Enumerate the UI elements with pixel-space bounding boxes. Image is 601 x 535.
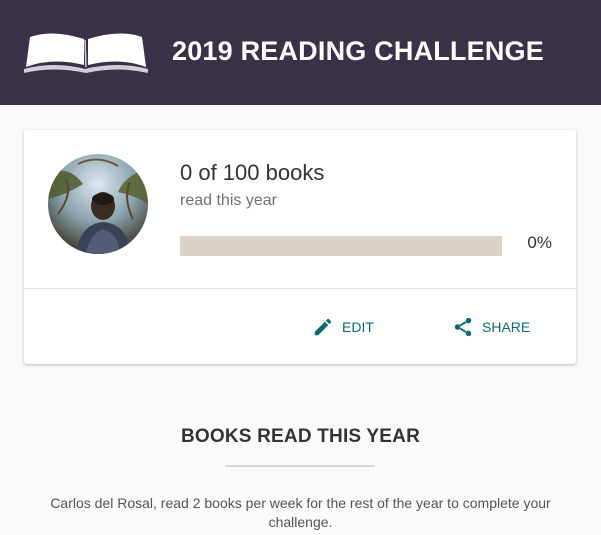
challenge-card: 0 of 100 books read this year 0% EDIT SH… (24, 130, 576, 364)
books-count-subtitle: read this year (180, 192, 277, 209)
heading-underline (225, 465, 375, 467)
share-label: SHARE (482, 319, 531, 335)
edit-button[interactable]: EDIT (312, 316, 374, 338)
avatar-photo (48, 154, 148, 254)
reading-challenge-page: 2019 READING CHALLENGE 0 of 100 books re… (0, 0, 601, 535)
card-divider (24, 288, 576, 289)
pencil-icon (314, 318, 332, 336)
header-banner: 2019 READING CHALLENGE (0, 0, 601, 105)
progress-percent: 0% (527, 233, 552, 252)
share-icon (454, 317, 472, 337)
edit-label: EDIT (342, 319, 374, 335)
books-read-heading: BOOKS READ THIS YEAR (180, 426, 421, 447)
open-book-icon (24, 33, 148, 73)
books-count: 0 of 100 books (180, 160, 325, 185)
avatar[interactable] (48, 154, 148, 254)
challenge-message: Carlos del Rosal, read 2 books per week … (50, 495, 551, 530)
page-title: 2019 READING CHALLENGE (172, 36, 544, 66)
progress-bar (180, 236, 502, 256)
share-button[interactable]: SHARE (452, 316, 530, 338)
